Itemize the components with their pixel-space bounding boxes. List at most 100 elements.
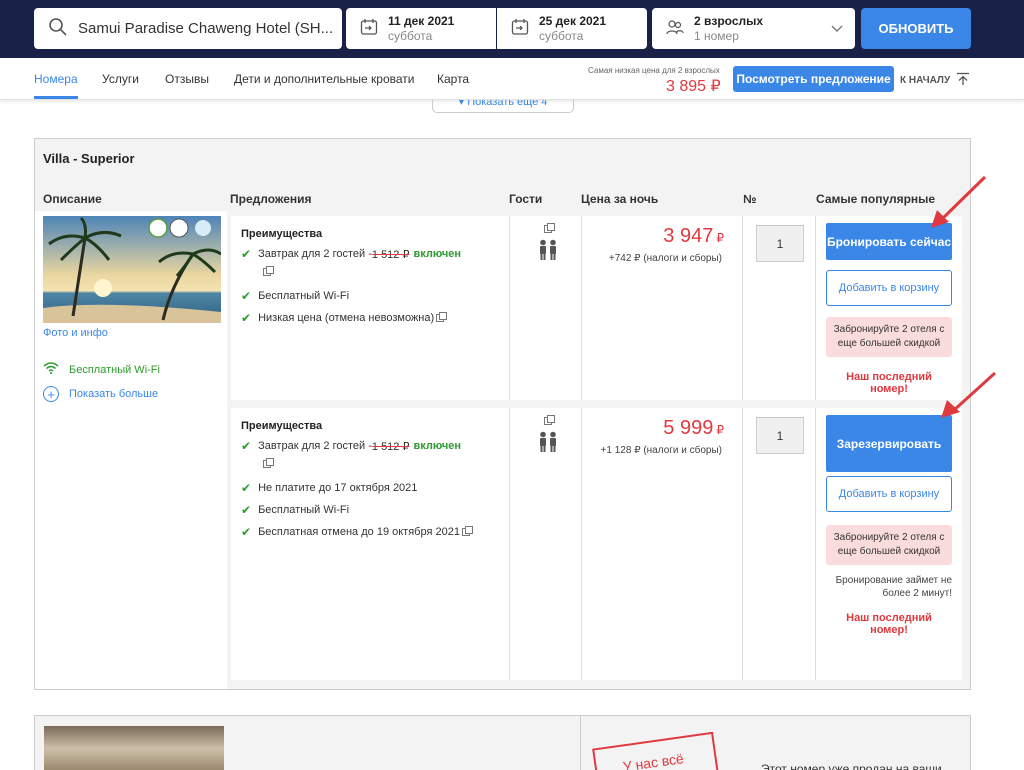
sold-out-stamp: У нас всё xyxy=(592,731,720,770)
active-tab-indicator xyxy=(34,96,78,99)
quantity-select[interactable]: 1 xyxy=(756,225,804,262)
plus-icon: + xyxy=(43,386,59,402)
checkout-day: суббота xyxy=(539,28,584,43)
tab-services[interactable]: Услуги xyxy=(102,72,139,86)
price-currency: ₽ xyxy=(716,231,724,245)
offer-row: Преимущества ✔ Завтрак для 2 гостей - 1 … xyxy=(231,216,962,400)
back-to-top-link[interactable]: К НАЧАЛУ xyxy=(900,72,970,89)
offer-row: Преимущества ✔ Завтрак для 2 гостей - 1 … xyxy=(231,408,962,680)
two-guests-icon xyxy=(537,431,559,456)
info-popup-icon[interactable] xyxy=(263,266,274,276)
tax-text: +742 ₽ (налоги и сборы) xyxy=(608,253,722,264)
check-icon: ✔ xyxy=(241,525,252,539)
breakfast-included: включен xyxy=(413,248,461,260)
col-num-header: № xyxy=(743,192,757,206)
checkout-field[interactable]: 25 дек 2021 суббота xyxy=(497,8,647,49)
col-offers-header: Предложения xyxy=(230,192,312,206)
calendar-in-icon xyxy=(360,18,378,39)
wifi-feature: Бесплатный Wi-Fi xyxy=(43,362,160,377)
arrow-up-icon xyxy=(956,72,970,89)
checkin-date: 11 дек 2021 xyxy=(388,13,455,28)
photo-info-link[interactable]: Фото и инфо xyxy=(43,327,108,339)
room-card-sold-out: У нас всё Этот номер уже продан на ваши xyxy=(34,715,971,770)
price-value: 3 947 xyxy=(663,225,714,247)
tab-reviews[interactable]: Отзывы xyxy=(165,72,209,86)
benefit-item: ✔ Не платите до 17 октября 2021 xyxy=(241,481,417,495)
checkin-day: суббота xyxy=(388,28,433,43)
promo-banner: Забронируйте 2 отеля с еще большей скидк… xyxy=(826,317,952,357)
info-popup-icon[interactable] xyxy=(436,312,448,322)
show-more-rooms-button[interactable]: ▾ Показать еще 4 xyxy=(432,100,574,113)
room-title: Villa - Superior xyxy=(43,151,135,166)
col-guests-header: Гости xyxy=(509,192,543,206)
search-icon xyxy=(48,17,70,41)
price: 5 999 ₽ xyxy=(663,417,724,440)
checkin-field[interactable]: 11 дек 2021 суббота xyxy=(346,8,496,49)
sold-out-text: Этот номер уже продан на ваши xyxy=(761,762,942,770)
add-to-cart-button[interactable]: Добавить в корзину xyxy=(826,476,952,512)
checkout-date: 25 дек 2021 xyxy=(539,13,607,28)
room-nav: Номера Услуги Отзывы Дети и дополнительн… xyxy=(0,58,1024,100)
check-icon: ✔ xyxy=(241,439,252,453)
benefit-label: Низкая цена (отмена невозможна) xyxy=(258,312,435,324)
breakfast-benefit: ✔ Завтрак для 2 гостей - 1 512 ₽ включен xyxy=(241,439,461,453)
col-description-header: Описание xyxy=(43,192,102,206)
hotel-search-input[interactable]: Samui Paradise Chaweng Hotel (SH... xyxy=(34,8,342,49)
info-popup-icon[interactable] xyxy=(461,526,473,536)
check-icon: ✔ xyxy=(241,289,252,303)
benefit-item: ✔ Низкая цена (отмена невозможна) xyxy=(241,311,448,325)
info-popup-icon[interactable] xyxy=(544,415,555,425)
price: 3 947 ₽ xyxy=(663,225,724,248)
benefit-item: ✔ Бесплатная отмена до 19 октября 2021 xyxy=(241,525,473,539)
two-guests-icon xyxy=(537,239,559,264)
promo-banner: Забронируйте 2 отеля с еще большей скидк… xyxy=(826,525,952,565)
to-top-label: К НАЧАЛУ xyxy=(900,75,951,86)
check-icon: ✔ xyxy=(241,481,252,495)
room-card: Villa - Superior Описание Предложения Го… xyxy=(34,138,971,690)
check-icon: ✔ xyxy=(241,503,252,517)
benefit-item: ✔ Бесплатный Wi-Fi xyxy=(241,289,349,303)
room-photo[interactable] xyxy=(44,726,224,770)
price-value: 5 999 xyxy=(663,417,714,439)
wifi-label: Бесплатный Wi-Fi xyxy=(69,363,160,376)
red-arrow-icon xyxy=(941,371,997,418)
breakfast-old-price: 1 512 ₽ xyxy=(371,440,410,453)
tax-text: +1 128 ₽ (налоги и сборы) xyxy=(600,445,722,456)
last-room-notice: Наш последний номер! xyxy=(846,371,932,395)
col-popular-header: Самые популярные xyxy=(816,192,936,206)
price-currency: ₽ xyxy=(716,423,724,437)
benefit-label: Бесплатная отмена до 19 октября 2021 xyxy=(258,526,460,538)
breakfast-old-price: 1 512 ₽ xyxy=(371,248,410,261)
red-arrow-icon xyxy=(931,175,987,228)
calendar-out-icon xyxy=(511,18,529,39)
add-to-cart-button[interactable]: Добавить в корзину xyxy=(826,270,952,306)
benefit-label: Бесплатный Wi-Fi xyxy=(258,290,350,302)
breakfast-label: Завтрак для 2 гостей - xyxy=(258,440,372,452)
guests-count: 2 взрослых xyxy=(694,13,764,28)
benefits-title: Преимущества xyxy=(241,420,323,432)
benefits-title: Преимущества xyxy=(241,228,323,240)
hotel-name: Samui Paradise Chaweng Hotel (SH... xyxy=(78,20,334,37)
room-photo[interactable] xyxy=(43,216,221,323)
tab-children-beds[interactable]: Дети и дополнительные кровати xyxy=(234,72,415,86)
info-popup-icon[interactable] xyxy=(263,458,274,468)
info-popup-icon[interactable] xyxy=(544,223,555,233)
breakfast-benefit: ✔ Завтрак для 2 гостей - 1 512 ₽ включен xyxy=(241,247,461,261)
chevron-down-icon xyxy=(831,22,843,36)
people-icon xyxy=(666,18,684,39)
refresh-button[interactable]: ОБНОВИТЬ xyxy=(861,8,971,49)
check-icon: ✔ xyxy=(241,311,252,325)
breakfast-label: Завтрак для 2 гостей - xyxy=(258,248,372,260)
tab-rooms[interactable]: Номера xyxy=(34,72,78,86)
booking-time-note: Бронирование займет не более 2 минут! xyxy=(835,575,952,599)
view-offer-button[interactable]: Посмотреть предложение xyxy=(733,66,894,92)
lowest-price: 3 895 ₽ xyxy=(666,78,721,95)
show-more-link[interactable]: + Показать больше xyxy=(43,386,158,402)
guests-field[interactable]: 2 взрослых 1 номер xyxy=(652,8,855,49)
reserve-button[interactable]: Зарезервировать xyxy=(826,415,952,472)
tab-map[interactable]: Карта xyxy=(437,72,469,86)
lowest-price-label: Самая низкая цена для 2 взрослых xyxy=(588,66,720,75)
quantity-select[interactable]: 1 xyxy=(756,417,804,454)
check-icon: ✔ xyxy=(241,247,252,261)
breakfast-included: включен xyxy=(413,440,461,452)
